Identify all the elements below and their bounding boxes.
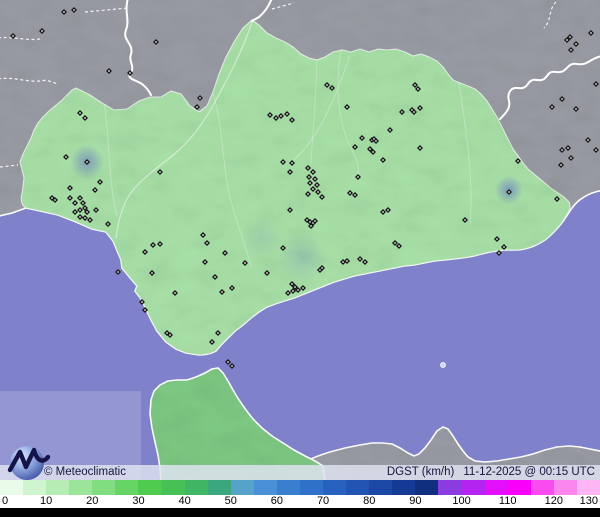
attribution-text: © Meteoclimatic — [44, 466, 126, 478]
legend-color-block — [161, 480, 185, 495]
alboran-island — [440, 362, 446, 368]
legend-color-block — [184, 480, 208, 495]
legend-tick-label: 50 — [224, 495, 237, 507]
legend-color-block — [276, 480, 301, 495]
legend-color-block — [253, 480, 277, 495]
legend-color-block — [346, 480, 370, 495]
legend-color-block — [323, 480, 347, 495]
legend-color-block — [553, 480, 577, 495]
legend-color-block — [369, 480, 393, 495]
legend-tick-label: 60 — [270, 495, 284, 507]
legend-color-block — [530, 480, 554, 495]
legend-tick-label: 0 — [2, 495, 9, 507]
legend-color-block — [415, 480, 439, 495]
bottom-strip — [0, 508, 600, 517]
legend-tick-label: 30 — [132, 495, 145, 507]
legend-color-block — [576, 480, 600, 495]
weather-map — [0, 0, 600, 480]
legend-tick-label: 110 — [498, 495, 517, 507]
meteoclimatic-logo — [4, 441, 52, 483]
legend-color-block — [92, 480, 116, 495]
legend-color-block — [207, 480, 231, 495]
legend-tick-label: 130 — [579, 495, 598, 507]
legend-color-block — [69, 480, 93, 495]
legend-tick-label: 10 — [40, 495, 53, 507]
gust-hotspot — [278, 234, 326, 282]
legend-color-block — [300, 480, 324, 495]
attribution-bar: © Meteoclimatic DGST (km/h) 11-12-2025 @… — [0, 465, 600, 480]
legend-tick-label: 40 — [178, 495, 191, 507]
legend-color-block — [230, 480, 254, 495]
legend-tick-label: 80 — [363, 495, 376, 507]
legend-tick-label: 70 — [316, 495, 330, 507]
legend-color-block — [392, 480, 416, 495]
legend-color-block — [484, 480, 508, 495]
gust-hotspot — [242, 218, 282, 258]
weather-map-screenshot: © Meteoclimatic DGST (km/h) 11-12-2025 @… — [0, 0, 600, 517]
legend-tick-label: 90 — [409, 495, 422, 507]
legend-tick-label: 120 — [544, 495, 564, 507]
legend-color-block — [115, 480, 139, 495]
legend-tick-labels: 0 10 20 30 40 50 60 70 80 90 100 110 120 130 — [0, 495, 600, 508]
legend-color-block — [138, 480, 162, 495]
legend-color-block — [438, 480, 462, 495]
legend-color-block — [507, 480, 531, 495]
legend-tick-label: 20 — [86, 495, 99, 507]
product-info: DGST (km/h) 11-12-2025 @ 00:15 UTC — [387, 465, 595, 480]
wind-speed-legend — [0, 480, 600, 495]
legend-tick-label: 100 — [452, 495, 471, 507]
timestamp: 11-12-2025 @ 00:15 UTC — [463, 466, 595, 478]
product-label: DGST (km/h) — [386, 466, 455, 478]
legend-color-block — [461, 480, 485, 495]
